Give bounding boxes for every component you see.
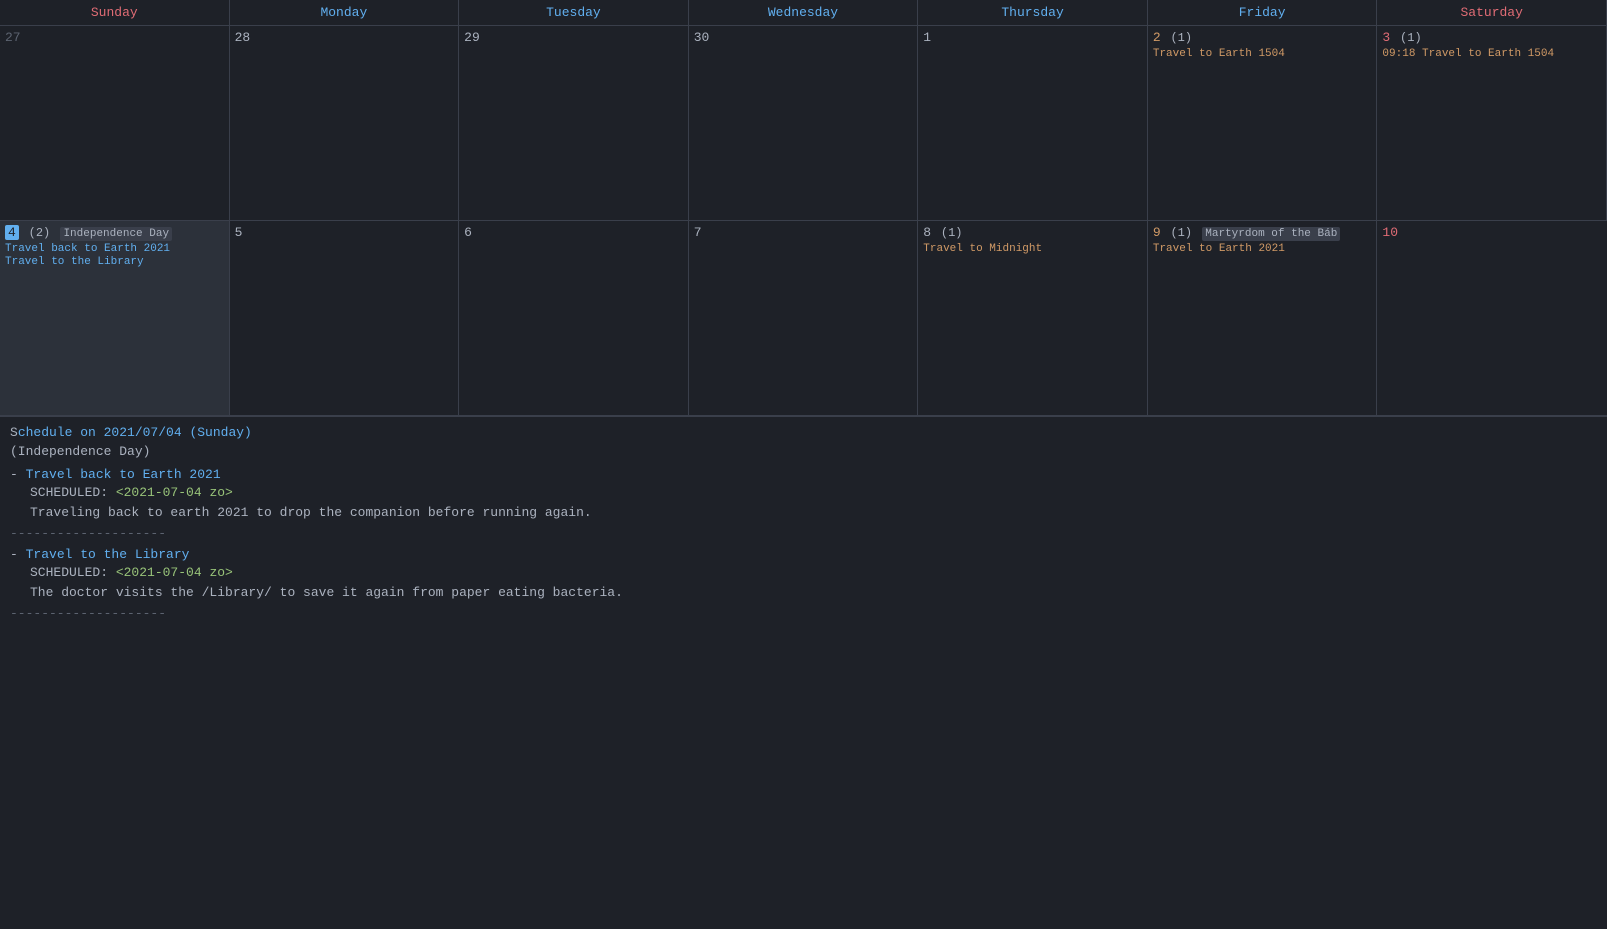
scheduled-value-2: <2021-07-04 zo>	[116, 565, 233, 580]
schedule-holiday: (Independence Day)	[10, 444, 1597, 459]
entry-2-title-line: - Travel to the Library	[10, 547, 1597, 562]
event-travel-earth-1504-fri[interactable]: Travel to Earth 1504	[1153, 48, 1372, 60]
day-number: 8	[923, 225, 931, 240]
scheduled-value-1: <2021-07-04 zo>	[116, 485, 233, 500]
day-28[interactable]: 28	[230, 26, 460, 221]
entry-2-description: The doctor visits the /Library/ to save …	[30, 585, 1597, 600]
day-number: 7	[694, 225, 702, 240]
header-saturday: Saturday	[1377, 0, 1607, 26]
separator-2: --------------------	[10, 606, 1597, 621]
day-10[interactable]: 10	[1377, 221, 1607, 416]
day-4[interactable]: 4 (2) Independence Day Travel back to Ea…	[0, 221, 230, 416]
day-number: 6	[464, 225, 472, 240]
holiday-label: Independence Day	[60, 227, 172, 241]
schedule-entry-1: - Travel back to Earth 2021 SCHEDULED: <…	[10, 467, 1597, 520]
day-number: 27	[5, 30, 21, 45]
schedule-date: chedule on 2021/07/04	[18, 425, 182, 440]
entry-1-title: Travel back to Earth 2021	[26, 467, 221, 482]
day-30[interactable]: 30	[689, 26, 919, 221]
header-wednesday: Wednesday	[689, 0, 919, 26]
day-number: 9	[1153, 225, 1161, 240]
day-number: 29	[464, 30, 480, 45]
event-travel-midnight[interactable]: Travel to Midnight	[923, 243, 1142, 255]
entry-1-scheduled: SCHEDULED: <2021-07-04 zo>	[30, 485, 1597, 500]
day-1[interactable]: 1	[918, 26, 1148, 221]
event-count: (1)	[1170, 31, 1192, 45]
scheduled-label-2: SCHEDULED:	[30, 565, 116, 580]
day-29[interactable]: 29	[459, 26, 689, 221]
day-number: 2	[1153, 30, 1161, 45]
schedule-day: (Sunday)	[189, 425, 251, 440]
schedule-header-prefix: S	[10, 425, 18, 440]
header-friday: Friday	[1148, 0, 1378, 26]
calendar-grid: Sunday Monday Tuesday Wednesday Thursday…	[0, 0, 1607, 417]
day-2[interactable]: 2 (1) Travel to Earth 1504	[1148, 26, 1378, 221]
scheduled-label-1: SCHEDULED:	[30, 485, 116, 500]
event-travel-library[interactable]: Travel to the Library	[5, 256, 224, 268]
day-27[interactable]: 27	[0, 26, 230, 221]
header-tuesday: Tuesday	[459, 0, 689, 26]
day-9[interactable]: 9 (1) Martyrdom of the Báb Travel to Ear…	[1148, 221, 1378, 416]
separator-1: --------------------	[10, 526, 1597, 541]
day-3[interactable]: 3 (1) 09:18 Travel to Earth 1504	[1377, 26, 1607, 221]
entry-1-title-line: - Travel back to Earth 2021	[10, 467, 1597, 482]
header-monday: Monday	[230, 0, 460, 26]
schedule-header: Schedule on 2021/07/04 (Sunday)	[10, 425, 1597, 440]
event-count: (1)	[1170, 226, 1199, 240]
calendar-container: Sunday Monday Tuesday Wednesday Thursday…	[0, 0, 1607, 417]
day-7[interactable]: 7	[689, 221, 919, 416]
event-travel-earth-1504-sat[interactable]: 09:18 Travel to Earth 1504	[1382, 48, 1601, 60]
schedule-entry-2: - Travel to the Library SCHEDULED: <2021…	[10, 547, 1597, 600]
schedule-section: Schedule on 2021/07/04 (Sunday) (Indepen…	[0, 417, 1607, 635]
event-travel-back-earth[interactable]: Travel back to Earth 2021	[5, 243, 224, 255]
day-number: 3	[1382, 30, 1390, 45]
event-count: (2)	[29, 226, 58, 240]
entry-2-title: Travel to the Library	[26, 547, 190, 562]
day-number: 1	[923, 30, 931, 45]
holiday-martyrdom: Martyrdom of the Báb	[1202, 227, 1340, 241]
header-sunday: Sunday	[0, 0, 230, 26]
event-travel-earth-2021-fri[interactable]: Travel to Earth 2021	[1153, 243, 1372, 255]
event-count: (1)	[1400, 31, 1422, 45]
header-thursday: Thursday	[918, 0, 1148, 26]
day-8[interactable]: 8 (1) Travel to Midnight	[918, 221, 1148, 416]
day-5[interactable]: 5	[230, 221, 460, 416]
day-number: 30	[694, 30, 710, 45]
day-number: 28	[235, 30, 251, 45]
entry-2-scheduled: SCHEDULED: <2021-07-04 zo>	[30, 565, 1597, 580]
day-number: 10	[1382, 225, 1398, 240]
day-6[interactable]: 6	[459, 221, 689, 416]
day-number: 5	[235, 225, 243, 240]
event-count: (1)	[941, 226, 963, 240]
entry-1-description: Traveling back to earth 2021 to drop the…	[30, 505, 1597, 520]
day-number: 4	[5, 225, 19, 240]
